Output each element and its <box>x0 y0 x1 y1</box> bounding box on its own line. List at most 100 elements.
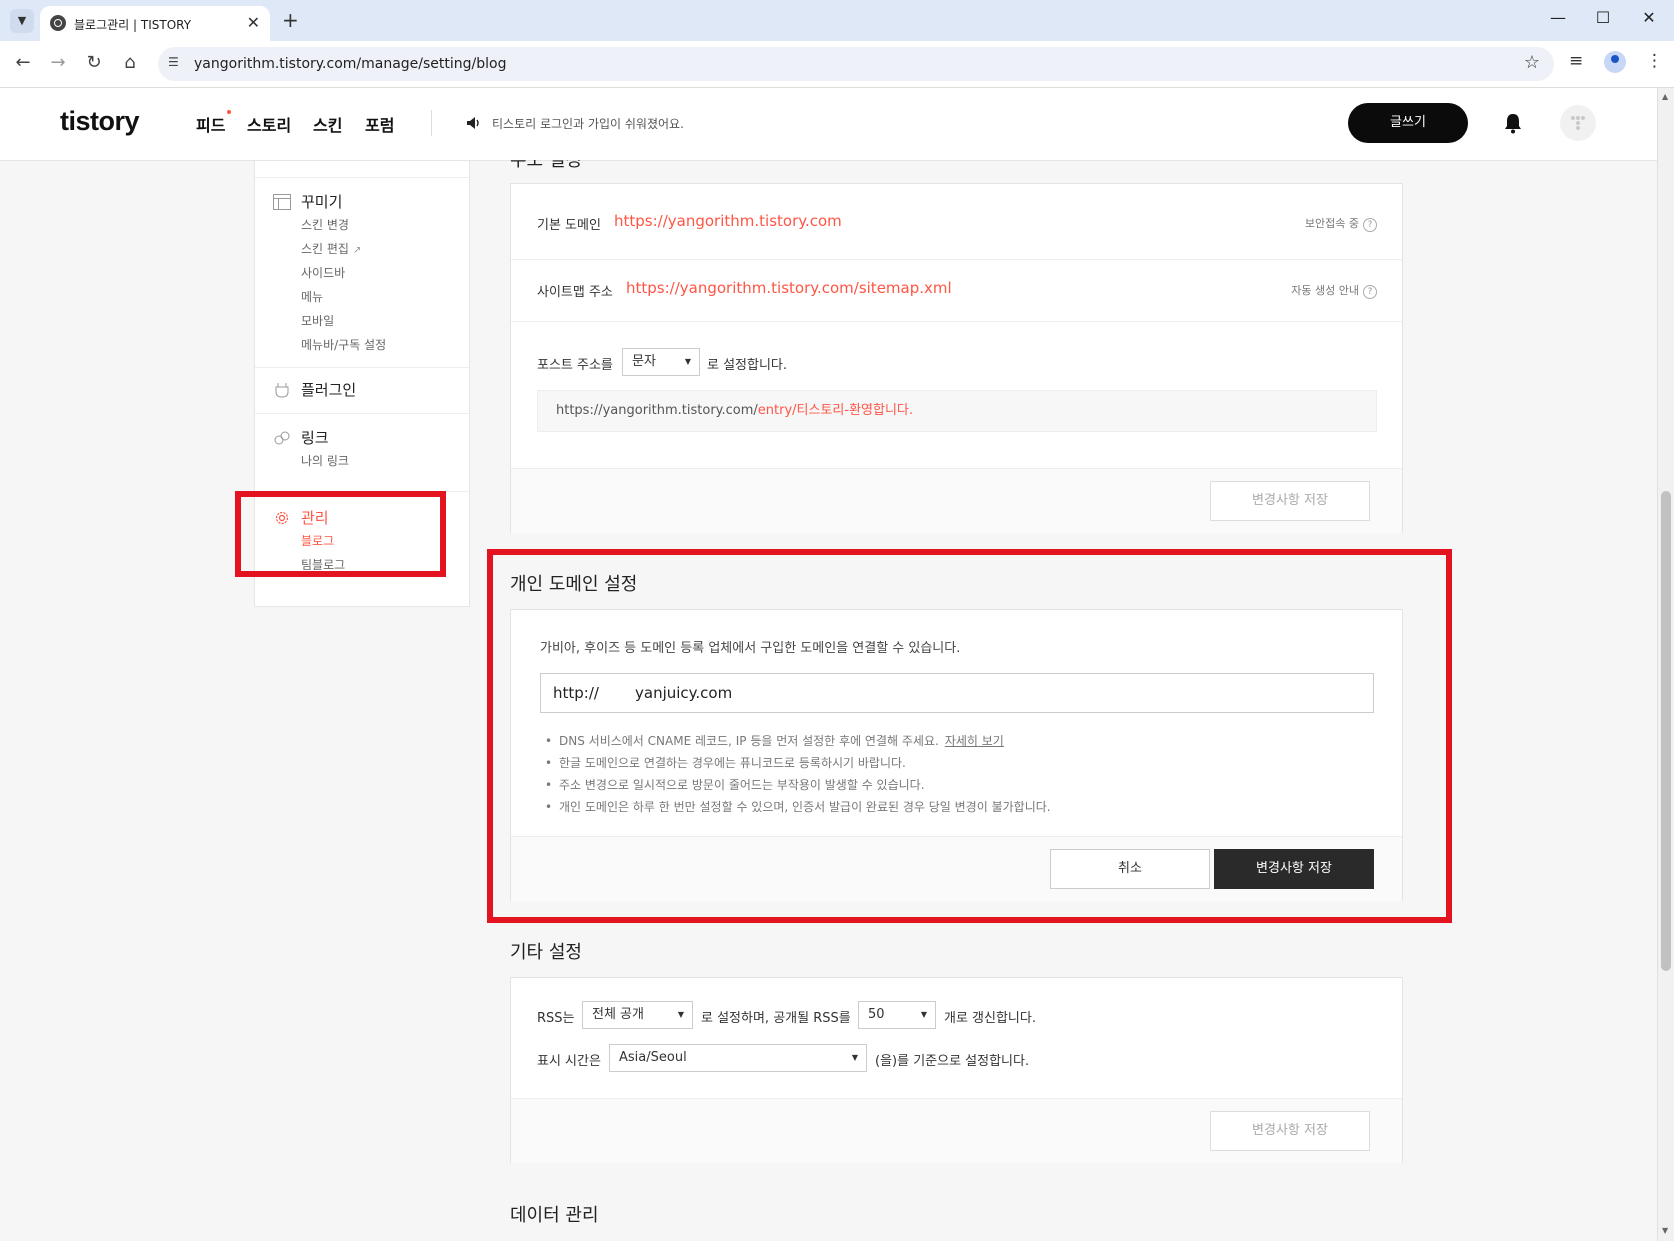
scroll-thumb[interactable] <box>1661 491 1671 971</box>
highlight-box-custom-domain <box>487 549 1452 923</box>
browser-toolbar: ← → ↻ ⌂ ☰ yangorithm.tistory.com/manage/… <box>0 41 1674 88</box>
nav-story[interactable]: 스토리 <box>247 112 291 136</box>
sidebar-item-my-link[interactable]: 나의 링크 <box>273 449 349 473</box>
sidebar-item-sidebar[interactable]: 사이드바 <box>273 261 386 285</box>
data-section-title: 데이터 관리 <box>510 1205 599 1226</box>
back-icon[interactable]: ← <box>11 52 35 73</box>
maximize-button[interactable]: ☐ <box>1588 8 1618 27</box>
card-footer: 변경사항 저장 <box>511 1098 1402 1163</box>
external-link-icon: ↗ <box>352 245 362 256</box>
rss-visibility-value: 전체 공개 <box>592 1007 644 1022</box>
write-button[interactable]: 글쓰기 <box>1348 103 1468 143</box>
menu-dots-icon[interactable]: ⋮ <box>1646 51 1663 71</box>
question-icon: ? <box>1363 285 1377 299</box>
timezone-select[interactable]: Asia/Seoul ▼ <box>609 1044 867 1072</box>
tistory-favicon-icon <box>50 15 66 31</box>
highlight-box-manage <box>235 491 446 577</box>
time-suffix: (을)를 기준으로 설정합니다. <box>875 1054 1030 1069</box>
rss-middle-text: 로 설정하며, 공개될 RSS를 <box>701 1011 851 1026</box>
sidebar-divider <box>255 177 469 178</box>
sidebar-item-decorate[interactable]: 꾸미기 <box>273 191 386 213</box>
sitemap-link[interactable]: https://yangorithm.tistory.com/sitemap.x… <box>626 279 952 297</box>
nav-forum[interactable]: 포럼 <box>365 112 394 136</box>
default-domain-label: 기본 도메인 <box>537 218 601 233</box>
sidebar-label-decorate: 꾸미기 <box>301 193 343 211</box>
sidebar-divider <box>255 413 469 414</box>
reading-list-icon[interactable]: ≡ <box>1569 51 1583 71</box>
close-window-button[interactable]: ✕ <box>1634 8 1664 27</box>
default-domain-link[interactable]: https://yangorithm.tistory.com <box>614 212 842 230</box>
speaker-icon <box>467 117 479 129</box>
page-scrollbar[interactable]: ▲ ▼ <box>1657 88 1674 1241</box>
sidebar-item-plugin[interactable]: 플러그인 <box>273 379 356 401</box>
browser-tab[interactable]: 블로그관리 | TISTORY ✕ <box>40 6 270 41</box>
sidebar-label-skin-edit: 스킨 편집 <box>301 242 349 256</box>
sidebar-item-menubar[interactable]: 메뉴바/구독 설정 <box>273 333 386 357</box>
link-icon <box>274 431 290 445</box>
address-settings-card: 기본 도메인 https://yangorithm.tistory.com 보안… <box>510 183 1403 533</box>
rss-count-select[interactable]: 50 ▼ <box>858 1001 936 1029</box>
home-icon[interactable]: ⌂ <box>118 52 142 73</box>
notice-text[interactable]: 티스토리 로그인과 가입이 쉬워졌어요. <box>492 115 684 132</box>
scroll-down-arrow-icon[interactable]: ▼ <box>1662 1226 1668 1235</box>
row-divider <box>511 321 1402 322</box>
sidebar-item-menu[interactable]: 메뉴 <box>273 285 386 309</box>
nav-skin[interactable]: 스킨 <box>313 112 342 136</box>
row-divider <box>511 259 1402 260</box>
post-address-select[interactable]: 문자 ▼ <box>622 348 700 376</box>
sidebar-group-decorate: 꾸미기 스킨 변경 스킨 편집 ↗ 사이드바 메뉴 모바일 메뉴바/구독 설정 <box>273 191 386 357</box>
preview-base: https://yangorithm.tistory.com/ <box>556 403 758 418</box>
scroll-up-arrow-icon[interactable]: ▲ <box>1662 92 1668 101</box>
nav-feed[interactable]: 피드 <box>196 110 232 136</box>
bell-icon[interactable] <box>1503 112 1523 134</box>
chevron-down-icon: ▼ <box>920 1010 927 1019</box>
sidebar-item-mobile[interactable]: 모바일 <box>273 309 386 333</box>
avatar[interactable] <box>1560 105 1596 141</box>
timezone-value: Asia/Seoul <box>619 1050 687 1065</box>
etc-section-title: 기타 설정 <box>510 942 582 963</box>
forward-icon[interactable]: → <box>46 52 70 73</box>
sidebar-divider <box>255 367 469 368</box>
secure-help-label: 보안접속 중 <box>1304 217 1359 230</box>
tab-bar: ▼ 블로그관리 | TISTORY ✕ + — ☐ ✕ <box>0 0 1674 41</box>
sitemap-help-label: 자동 생성 안내 <box>1291 284 1359 297</box>
browser-chrome: ▼ 블로그관리 | TISTORY ✕ + — ☐ ✕ ← → ↻ ⌂ ☰ ya… <box>0 0 1674 88</box>
sidebar-group-plugin: 플러그인 <box>273 379 356 401</box>
sidebar-item-link[interactable]: 링크 <box>273 427 349 449</box>
tab-title: 블로그관리 | TISTORY <box>74 18 192 32</box>
new-tab-button[interactable]: + <box>282 8 299 32</box>
minimize-button[interactable]: — <box>1543 8 1573 27</box>
sidebar-item-skin-edit[interactable]: 스킨 편집 ↗ <box>273 237 386 261</box>
preview-path: entry/티스토리-환영합니다. <box>757 403 914 418</box>
tistory-logo[interactable]: tistory <box>60 106 140 137</box>
chevron-down-icon: ▼ <box>677 1010 684 1019</box>
rss-visibility-select[interactable]: 전체 공개 ▼ <box>582 1001 693 1029</box>
header-divider <box>431 110 432 136</box>
etc-settings-card: RSS는 전체 공개 ▼ 로 설정하며, 공개될 RSS를 50 ▼ 개로 갱신… <box>510 977 1403 1163</box>
new-dot-icon <box>227 110 232 114</box>
rss-suffix: 개로 갱신합니다. <box>944 1011 1036 1026</box>
address-save-button[interactable]: 변경사항 저장 <box>1210 481 1370 521</box>
bookmark-star-icon[interactable]: ☆ <box>1524 52 1540 73</box>
sidebar-group-link: 링크 나의 링크 <box>273 427 349 473</box>
card-footer: 변경사항 저장 <box>511 468 1402 533</box>
sidebar-label-plugin: 플러그인 <box>301 381 357 399</box>
sitemap-help[interactable]: 자동 생성 안내? <box>1291 282 1377 299</box>
site-info-icon[interactable]: ☰ <box>168 55 179 69</box>
chevron-down-icon: ▼ <box>684 357 691 366</box>
close-tab-icon[interactable]: ✕ <box>247 13 260 32</box>
sidebar-label-link: 링크 <box>301 429 329 447</box>
address-bar[interactable]: ☰ yangorithm.tistory.com/manage/setting/… <box>158 47 1554 81</box>
chevron-down-icon: ▼ <box>851 1053 858 1062</box>
profile-icon[interactable] <box>1604 51 1626 73</box>
sidebar-item-skin-change[interactable]: 스킨 변경 <box>273 213 386 237</box>
plug-icon <box>275 383 289 398</box>
site-header: tistory 피드 스토리 스킨 포럼 티스토리 로그인과 가입이 쉬워졌어요… <box>0 88 1657 161</box>
reload-icon[interactable]: ↻ <box>82 52 106 73</box>
tab-search-button[interactable]: ▼ <box>10 9 34 33</box>
post-address-preview: https://yangorithm.tistory.com/entry/티스토… <box>537 390 1377 432</box>
etc-save-button[interactable]: 변경사항 저장 <box>1210 1111 1370 1151</box>
secure-connection-help[interactable]: 보안접속 중? <box>1305 215 1377 232</box>
rss-prefix: RSS는 <box>537 1011 575 1026</box>
question-icon: ? <box>1363 218 1377 232</box>
